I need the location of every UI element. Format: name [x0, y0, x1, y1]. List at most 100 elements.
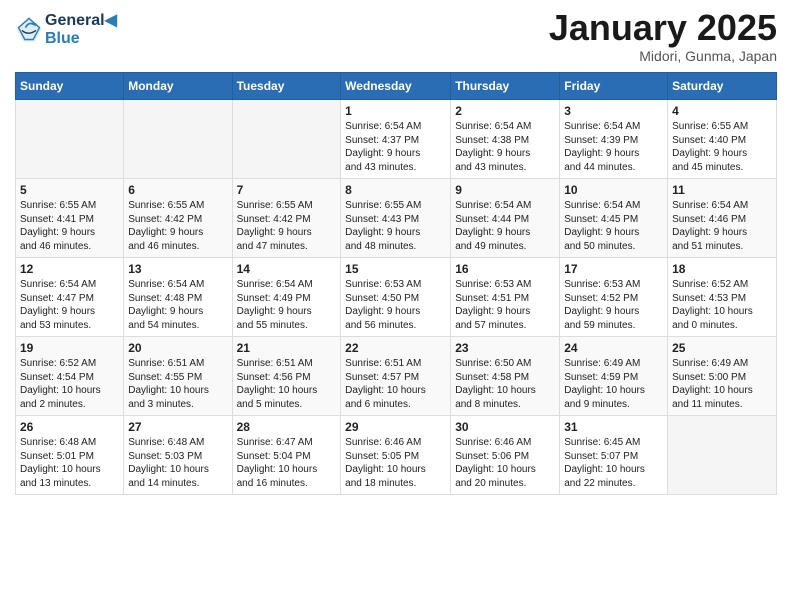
day-info: Sunrise: 6:54 AM Sunset: 4:46 PM Dayligh… [672, 199, 772, 253]
day-info: Sunrise: 6:48 AM Sunset: 5:01 PM Dayligh… [20, 436, 119, 490]
main-container: General◀ Blue January 2025 Midori, Gunma… [0, 0, 792, 505]
day-number: 11 [672, 183, 772, 197]
day-info: Sunrise: 6:53 AM Sunset: 4:50 PM Dayligh… [345, 278, 446, 332]
day-info: Sunrise: 6:54 AM Sunset: 4:49 PM Dayligh… [237, 278, 337, 332]
day-number: 30 [455, 420, 555, 434]
day-info: Sunrise: 6:46 AM Sunset: 5:05 PM Dayligh… [345, 436, 446, 490]
calendar-cell: 14 Sunrise: 6:54 AM Sunset: 4:49 PM Dayli… [232, 258, 341, 337]
calendar-week-3: 12Sunrise: 6:54 AM Sunset: 4:47 PM Dayli… [16, 258, 777, 337]
calendar-cell: 18 Sunrise: 6:52 AM Sunset: 4:53 PM Dayli… [668, 258, 777, 337]
day-info: Sunrise: 6:49 AM Sunset: 5:00 PM Dayligh… [672, 357, 772, 411]
month-title: January 2025 [549, 10, 777, 46]
calendar-cell: 16 Sunrise: 6:53 AM Sunset: 4:51 PM Dayli… [451, 258, 560, 337]
calendar-cell: 31 Sunrise: 6:45 AM Sunset: 5:07 PM Dayli… [560, 416, 668, 495]
calendar-cell: 8 Sunrise: 6:55 AM Sunset: 4:43 PM Daylig… [341, 179, 451, 258]
calendar-header-row: Sunday Monday Tuesday Wednesday Thursday… [16, 73, 777, 100]
day-number: 16 [455, 262, 555, 276]
day-number: 1 [345, 104, 446, 118]
day-number: 13 [128, 262, 227, 276]
header: General◀ Blue January 2025 Midori, Gunma… [15, 10, 777, 64]
day-info: Sunrise: 6:52 AM Sunset: 4:54 PM Dayligh… [20, 357, 119, 411]
day-number: 8 [345, 183, 446, 197]
day-number: 2 [455, 104, 555, 118]
day-number: 7 [237, 183, 337, 197]
calendar-week-2: 5Sunrise: 6:55 AM Sunset: 4:41 PM Daylig… [16, 179, 777, 258]
day-number: 31 [564, 420, 663, 434]
day-number: 20 [128, 341, 227, 355]
day-number: 28 [237, 420, 337, 434]
day-number: 27 [128, 420, 227, 434]
calendar-cell: 9Sunrise: 6:54 AM Sunset: 4:44 PM Daylig… [451, 179, 560, 258]
title-section: January 2025 Midori, Gunma, Japan [549, 10, 777, 64]
day-number: 17 [564, 262, 663, 276]
day-info: Sunrise: 6:53 AM Sunset: 4:52 PM Dayligh… [564, 278, 663, 332]
calendar-cell: 22Sunrise: 6:51 AM Sunset: 4:57 PM Dayli… [341, 337, 451, 416]
calendar-cell: 24Sunrise: 6:49 AM Sunset: 4:59 PM Dayli… [560, 337, 668, 416]
day-number: 15 [345, 262, 446, 276]
calendar-cell: 11 Sunrise: 6:54 AM Sunset: 4:46 PM Dayli… [668, 179, 777, 258]
col-wednesday: Wednesday [341, 73, 451, 100]
col-thursday: Thursday [451, 73, 560, 100]
day-info: Sunrise: 6:54 AM Sunset: 4:48 PM Dayligh… [128, 278, 227, 332]
day-number: 3 [564, 104, 663, 118]
calendar-cell: 17 Sunrise: 6:53 AM Sunset: 4:52 PM Dayli… [560, 258, 668, 337]
location: Midori, Gunma, Japan [549, 48, 777, 64]
day-info: Sunrise: 6:52 AM Sunset: 4:53 PM Dayligh… [672, 278, 772, 332]
day-info: Sunrise: 6:47 AM Sunset: 5:04 PM Dayligh… [237, 436, 337, 490]
calendar-cell: 29 Sunrise: 6:46 AM Sunset: 5:05 PM Dayli… [341, 416, 451, 495]
day-number: 9 [455, 183, 555, 197]
col-tuesday: Tuesday [232, 73, 341, 100]
day-number: 14 [237, 262, 337, 276]
logo-icon [15, 15, 43, 43]
day-number: 29 [345, 420, 446, 434]
col-monday: Monday [124, 73, 232, 100]
day-info: Sunrise: 6:45 AM Sunset: 5:07 PM Dayligh… [564, 436, 663, 490]
day-number: 6 [128, 183, 227, 197]
col-sunday: Sunday [16, 73, 124, 100]
day-info: Sunrise: 6:54 AM Sunset: 4:47 PM Dayligh… [20, 278, 119, 332]
col-friday: Friday [560, 73, 668, 100]
col-saturday: Saturday [668, 73, 777, 100]
calendar-cell: 19 Sunrise: 6:52 AM Sunset: 4:54 PM Dayli… [16, 337, 124, 416]
day-info: Sunrise: 6:55 AM Sunset: 4:43 PM Dayligh… [345, 199, 446, 253]
day-number: 21 [237, 341, 337, 355]
day-number: 25 [672, 341, 772, 355]
day-number: 10 [564, 183, 663, 197]
calendar-cell: 26 Sunrise: 6:48 AM Sunset: 5:01 PM Dayli… [16, 416, 124, 495]
day-info: Sunrise: 6:55 AM Sunset: 4:42 PM Dayligh… [128, 199, 227, 253]
day-number: 19 [20, 341, 119, 355]
calendar-table: Sunday Monday Tuesday Wednesday Thursday… [15, 72, 777, 495]
day-info: Sunrise: 6:54 AM Sunset: 4:45 PM Dayligh… [564, 199, 663, 253]
day-info: Sunrise: 6:46 AM Sunset: 5:06 PM Dayligh… [455, 436, 555, 490]
calendar-cell [16, 100, 124, 179]
day-number: 5 [20, 183, 119, 197]
calendar-cell: 30 Sunrise: 6:46 AM Sunset: 5:06 PM Dayli… [451, 416, 560, 495]
calendar-cell: 1 Sunrise: 6:54 AM Sunset: 4:37 PM Daylig… [341, 100, 451, 179]
calendar-week-5: 26 Sunrise: 6:48 AM Sunset: 5:01 PM Dayli… [16, 416, 777, 495]
logo-text: General◀ Blue [45, 10, 117, 48]
calendar-week-1: 1 Sunrise: 6:54 AM Sunset: 4:37 PM Daylig… [16, 100, 777, 179]
calendar-cell: 3 Sunrise: 6:54 AM Sunset: 4:39 PM Daylig… [560, 100, 668, 179]
calendar-cell [668, 416, 777, 495]
calendar-cell: 10 Sunrise: 6:54 AM Sunset: 4:45 PM Dayli… [560, 179, 668, 258]
day-info: Sunrise: 6:50 AM Sunset: 4:58 PM Dayligh… [455, 357, 555, 411]
calendar-cell [124, 100, 232, 179]
calendar-cell: 20Sunrise: 6:51 AM Sunset: 4:55 PM Dayli… [124, 337, 232, 416]
day-info: Sunrise: 6:53 AM Sunset: 4:51 PM Dayligh… [455, 278, 555, 332]
day-info: Sunrise: 6:54 AM Sunset: 4:39 PM Dayligh… [564, 120, 663, 174]
day-number: 18 [672, 262, 772, 276]
calendar-cell: 2 Sunrise: 6:54 AM Sunset: 4:38 PM Daylig… [451, 100, 560, 179]
day-info: Sunrise: 6:55 AM Sunset: 4:42 PM Dayligh… [237, 199, 337, 253]
day-info: Sunrise: 6:54 AM Sunset: 4:38 PM Dayligh… [455, 120, 555, 174]
day-number: 26 [20, 420, 119, 434]
day-number: 22 [345, 341, 446, 355]
day-number: 24 [564, 341, 663, 355]
calendar-cell: 12Sunrise: 6:54 AM Sunset: 4:47 PM Dayli… [16, 258, 124, 337]
day-info: Sunrise: 6:54 AM Sunset: 4:37 PM Dayligh… [345, 120, 446, 174]
calendar-cell: 28 Sunrise: 6:47 AM Sunset: 5:04 PM Dayli… [232, 416, 341, 495]
day-info: Sunrise: 6:48 AM Sunset: 5:03 PM Dayligh… [128, 436, 227, 490]
calendar-week-4: 19 Sunrise: 6:52 AM Sunset: 4:54 PM Dayli… [16, 337, 777, 416]
calendar-cell: 23Sunrise: 6:50 AM Sunset: 4:58 PM Dayli… [451, 337, 560, 416]
calendar-cell: 15 Sunrise: 6:53 AM Sunset: 4:50 PM Dayli… [341, 258, 451, 337]
calendar-cell: 6 Sunrise: 6:55 AM Sunset: 4:42 PM Daylig… [124, 179, 232, 258]
